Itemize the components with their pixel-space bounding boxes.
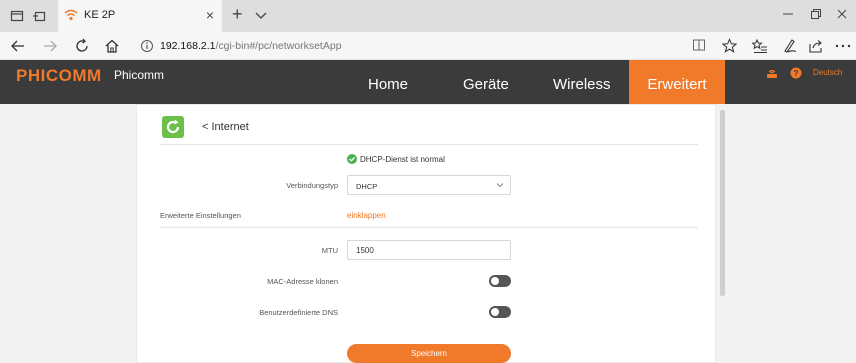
- settings-card: [136, 104, 716, 363]
- toggle-knob: [491, 308, 499, 316]
- browser-navbar: 192.168.2.1/cgi-bin#/pc/networksetApp: [0, 32, 856, 60]
- favorites-bar-icon[interactable]: [752, 37, 768, 55]
- restore-icon[interactable]: [810, 8, 822, 20]
- brand-name: Phicomm: [114, 68, 165, 82]
- reading-view-icon[interactable]: [692, 38, 706, 52]
- collapse-link[interactable]: einklappen: [347, 211, 386, 220]
- nav-devices[interactable]: Geräte: [463, 76, 509, 93]
- language-selector[interactable]: Deutsch: [813, 68, 842, 77]
- url-host: 192.168.2.1: [160, 40, 216, 52]
- nav-wireless[interactable]: Wireless: [553, 76, 611, 93]
- tab-preview-icon[interactable]: [10, 9, 24, 23]
- mac-clone-label: MAC-Adresse klonen: [267, 277, 338, 286]
- connection-type-label: Verbindungstyp: [286, 181, 338, 190]
- custom-dns-toggle[interactable]: [489, 306, 511, 318]
- tab-set-aside-icon[interactable]: [32, 9, 46, 23]
- chevron-down-icon[interactable]: [254, 8, 268, 22]
- tab-close-button[interactable]: ×: [206, 7, 214, 23]
- address-bar[interactable]: 192.168.2.1/cgi-bin#/pc/networksetApp: [136, 35, 746, 57]
- forward-arrow-icon[interactable]: [42, 37, 58, 55]
- dhcp-status-text: DHCP-Dienst ist normal: [360, 154, 445, 164]
- custom-dns-label: Benutzerdefinierte DNS: [259, 308, 338, 317]
- back-arrow-icon[interactable]: [10, 37, 26, 55]
- minimize-icon[interactable]: [782, 8, 794, 20]
- pen-icon[interactable]: [782, 37, 798, 55]
- scrollbar[interactable]: [720, 110, 725, 296]
- check-circle-icon: [347, 154, 357, 164]
- divider: [160, 144, 698, 145]
- chevron-down-icon: [496, 183, 504, 188]
- url-text[interactable]: 192.168.2.1/cgi-bin#/pc/networksetApp: [160, 40, 342, 52]
- divider: [160, 227, 698, 228]
- home-icon[interactable]: [104, 37, 120, 55]
- nav-advanced-label: Erweitert: [647, 76, 707, 93]
- mac-clone-toggle[interactable]: [489, 275, 511, 287]
- nav-advanced[interactable]: Erweitert: [629, 60, 725, 104]
- brand-logo: PHICOMM: [16, 66, 102, 85]
- share-icon[interactable]: [808, 37, 824, 55]
- info-icon[interactable]: [140, 39, 154, 53]
- save-button[interactable]: Speichern: [347, 344, 511, 363]
- url-path: /cgi-bin#/pc/networksetApp: [215, 40, 342, 52]
- mtu-input[interactable]: [347, 240, 511, 260]
- close-window-icon[interactable]: [836, 8, 848, 20]
- toggle-knob: [491, 277, 499, 285]
- advanced-settings-label: Erweiterte Einstellungen: [160, 211, 241, 220]
- connection-type-value: DHCP: [356, 182, 378, 191]
- dhcp-status: DHCP-Dienst ist normal: [347, 154, 445, 164]
- favorite-star-icon[interactable]: [722, 38, 737, 53]
- tab-title: KE 2P: [84, 9, 116, 21]
- refresh-circle-icon: [166, 119, 180, 134]
- wifi-icon: [64, 9, 78, 21]
- connection-type-select[interactable]: DHCP: [347, 175, 511, 195]
- new-tab-button[interactable]: +: [232, 4, 243, 25]
- more-icon[interactable]: [834, 37, 852, 55]
- nav-home[interactable]: Home: [368, 76, 408, 93]
- svg-text:?: ?: [794, 69, 799, 78]
- internet-app-icon: [162, 116, 184, 138]
- router-header: PHICOMM Phicomm Home Geräte Wireless Erw…: [0, 60, 856, 104]
- mtu-label: MTU: [321, 246, 338, 255]
- browser-tab-strip: KE 2P × +: [0, 0, 856, 32]
- back-to-internet-link[interactable]: < Internet: [202, 121, 249, 133]
- browser-tab-active[interactable]: KE 2P ×: [58, 0, 222, 32]
- router-status-icon[interactable]: [766, 67, 778, 79]
- help-icon[interactable]: ?: [790, 67, 802, 79]
- refresh-icon[interactable]: [74, 37, 90, 55]
